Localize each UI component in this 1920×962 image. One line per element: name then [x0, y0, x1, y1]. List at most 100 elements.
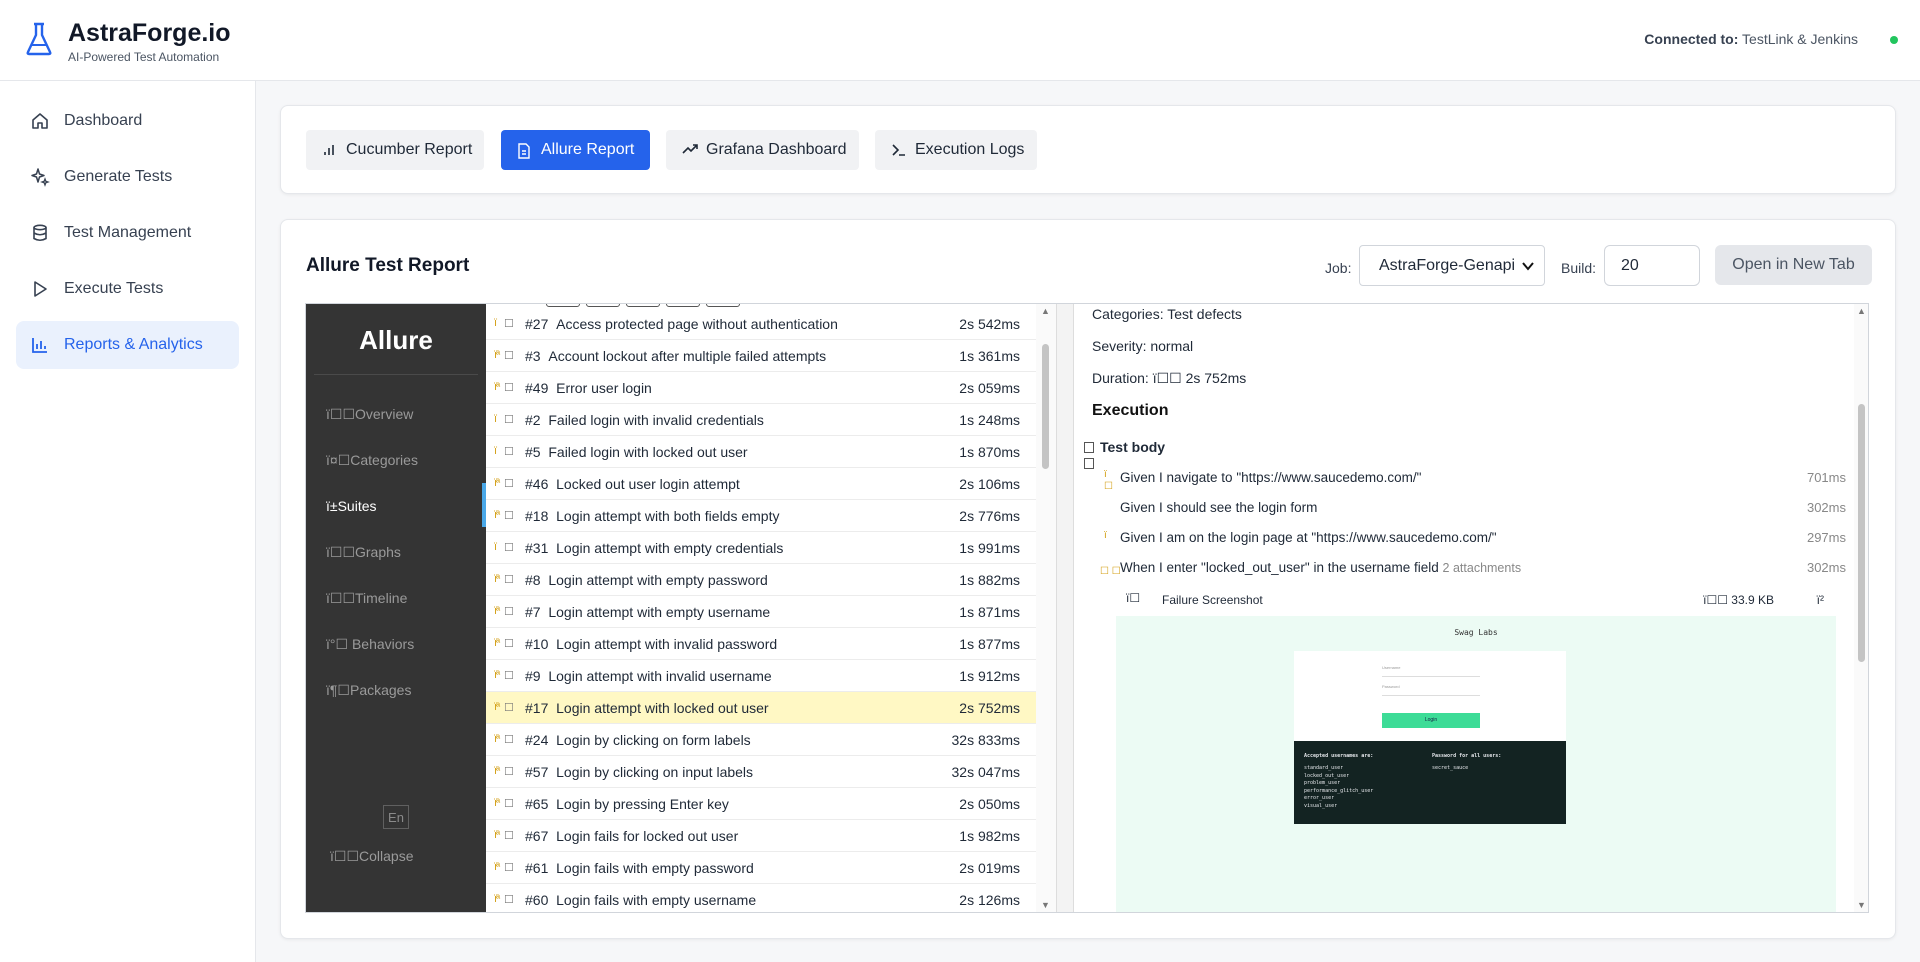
accepted-usernames: standard_user locked_out_user problem_us… [1304, 765, 1374, 809]
test-duration: 1s 882ms [959, 572, 1020, 588]
test-row[interactable]: ïª ☐ #10 Login attempt with invalid passwo… [486, 628, 1036, 660]
scroll-up-arrow[interactable]: ▲ [1857, 306, 1866, 316]
tab-allure-report[interactable]: Allure Report [501, 130, 650, 170]
list-toolbar [546, 304, 746, 307]
status-box-icon: ☐ [504, 638, 514, 650]
test-duration: 1s 361ms [959, 348, 1020, 364]
test-name: #3 Account lockout after multiple failed… [525, 348, 826, 364]
test-duration: 1s 871ms [959, 604, 1020, 620]
test-row[interactable]: ï ☐ #2 Failed login with invalid credentia… [486, 404, 1036, 436]
nav-label: Timeline [355, 590, 408, 606]
test-name: #2 Failed login with invalid credentials [525, 412, 764, 428]
list-scrollbar[interactable]: ▲ ▼ [1036, 304, 1056, 912]
build-input[interactable]: 20 [1604, 245, 1700, 286]
status-box-icon: ☐ [504, 862, 514, 874]
step-2[interactable]: Given I should see the login form [1120, 500, 1317, 515]
test-row[interactable]: ï ☐ #5 Failed login with locked out user 1s… [486, 436, 1036, 468]
test-row[interactable]: ïª ☐ #18 Login attempt with both fields em… [486, 500, 1036, 532]
open-attachment-icon[interactable]: ï² [1817, 593, 1824, 607]
open-in-new-tab-button[interactable]: Open in New Tab [1715, 245, 1872, 285]
test-row[interactable]: ïª ☐ #46 Locked out user login attempt 2s 1… [486, 468, 1036, 500]
step-4-duration: 302ms [1806, 560, 1846, 575]
test-name: #8 Login attempt with empty password [525, 572, 768, 588]
test-row[interactable]: ï ☐ #27 Access protected page without auth… [486, 308, 1036, 340]
test-id: #57 [525, 764, 549, 780]
file-icon [518, 143, 530, 159]
allure-nav-overview[interactable]: ï☐☐Overview [326, 406, 413, 423]
step-3[interactable]: Given I am on the login page at "https:/… [1120, 530, 1497, 545]
pane-splitter[interactable] [1056, 304, 1074, 912]
screenshot-username: Username [1382, 665, 1480, 677]
test-title: Account lockout after multiple failed at… [548, 348, 827, 364]
test-title: Login attempt with empty password [548, 572, 768, 588]
test-row[interactable]: ïª ☐ #17 Login attempt with locked out use… [486, 692, 1036, 724]
screenshot-login-card: Username Password Login [1294, 651, 1566, 741]
job-select[interactable]: AstraForge-Genapi [1359, 245, 1545, 286]
allure-nav-packages[interactable]: ï¶☐Packages [326, 682, 411, 699]
report-title: Allure Test Report [306, 255, 470, 276]
scroll-thumb[interactable] [1042, 344, 1049, 469]
status-icon: ïª [494, 765, 500, 777]
test-row[interactable]: ïª ☐ #60 Login fails with empty username 2s… [486, 884, 1036, 912]
scroll-down-arrow[interactable]: ▼ [1857, 900, 1866, 910]
test-row[interactable]: ïª ☐ #67 Login fails for locked out user 1s… [486, 820, 1036, 852]
test-id: #2 [525, 412, 541, 428]
step-4[interactable]: When I enter "locked_out_user" in the us… [1120, 560, 1521, 575]
allure-nav-timeline[interactable]: ï☐☐Timeline [326, 590, 407, 607]
allure-nav-graphs[interactable]: ï☐☐Graphs [326, 544, 401, 561]
sidebar-item-reports-analytics[interactable]: Reports & Analytics [16, 321, 239, 369]
expand-icon[interactable] [1084, 442, 1094, 453]
test-row[interactable]: ïª ☐ #8 Login attempt with empty password 1… [486, 564, 1036, 596]
test-title: Login fails for locked out user [556, 828, 739, 844]
allure-nav-categories[interactable]: ï¤☐Categories [326, 452, 418, 469]
status-box-icon: ☐ [504, 830, 514, 842]
allure-nav-suites[interactable]: ï±Suites [326, 498, 377, 514]
test-body-label[interactable]: Test body [1100, 439, 1165, 455]
detail-scrollbar[interactable]: ▲ ▼ [1854, 304, 1868, 912]
sidebar-item-execute-tests[interactable]: Execute Tests [16, 265, 239, 313]
sidebar-item-dashboard[interactable]: Dashboard [16, 97, 239, 145]
sidebar-item-label: Reports & Analytics [64, 336, 203, 353]
attachment-row[interactable]: ï☐ Failure Screenshot ï☐☐ 33.9 KB ï² [1126, 591, 1834, 611]
tab-cucumber-report[interactable]: Cucumber Report [306, 130, 484, 170]
test-row[interactable]: ïª ☐ #9 Login attempt with invalid usernam… [486, 660, 1036, 692]
test-id: #49 [525, 380, 549, 396]
test-title: Login fails with empty username [556, 892, 757, 908]
size-icon: ï [1703, 593, 1707, 607]
status-box-icon: ☐ [504, 510, 514, 522]
test-row[interactable]: ïª ☐ #61 Login fails with empty password 2s… [486, 852, 1036, 884]
scroll-down-arrow[interactable]: ▼ [1041, 900, 1050, 910]
tab-execution-logs[interactable]: Execution Logs [875, 130, 1037, 170]
scroll-up-arrow[interactable]: ▲ [1041, 306, 1050, 316]
attachment-icon: ☐ ☐ [1100, 566, 1121, 577]
test-id: #61 [525, 860, 549, 876]
failure-screenshot[interactable]: Swag Labs Username Password Login Accept… [1116, 616, 1836, 912]
test-name: #61 Login fails with empty password [525, 860, 754, 876]
allure-nav-behaviors[interactable]: ï°☐ Behaviors [326, 636, 414, 653]
timeline-icon: ï [326, 590, 330, 606]
test-title: Login attempt with locked out user [556, 700, 769, 716]
allure-collapse-button[interactable]: ï☐☐Collapse [330, 848, 413, 865]
test-id: #27 [525, 316, 549, 332]
detail-duration: Duration: ï☐☐ 2s 752ms [1092, 370, 1247, 386]
sidebar-item-generate-tests[interactable]: Generate Tests [16, 153, 239, 201]
test-name: #18 Login attempt with both fields empty [525, 508, 779, 524]
sidebar-item-test-management[interactable]: Test Management [16, 209, 239, 257]
database-icon [33, 224, 47, 242]
execution-heading: Execution [1092, 402, 1169, 419]
test-row[interactable]: ïª ☐ #3 Account lockout after multiple fai… [486, 340, 1036, 372]
test-row[interactable]: ïª ☐ #49 Error user login 2s 059ms [486, 372, 1036, 404]
test-name: #57 Login by clicking on input labels [525, 764, 753, 780]
test-row[interactable]: ïª ☐ #24 Login by clicking on form labels 3… [486, 724, 1036, 756]
test-row[interactable]: ïª ☐ #65 Login by pressing Enter key 2s 050… [486, 788, 1036, 820]
test-row[interactable]: ïª ☐ #57 Login by clicking on input labels… [486, 756, 1036, 788]
test-name: #65 Login by pressing Enter key [525, 796, 729, 812]
scroll-thumb[interactable] [1858, 404, 1865, 662]
step-1[interactable]: Given I navigate to "https://www.saucede… [1120, 470, 1421, 485]
tab-grafana-dashboard[interactable]: Grafana Dashboard [666, 130, 859, 170]
language-switch[interactable]: En [383, 805, 409, 829]
test-name: #24 Login by clicking on form labels [525, 732, 751, 748]
status-icon: ïª [494, 381, 500, 393]
test-row[interactable]: ïª ☐ #7 Login attempt with empty username 1… [486, 596, 1036, 628]
test-row[interactable]: ï ☐ #31 Login attempt with empty credentia… [486, 532, 1036, 564]
